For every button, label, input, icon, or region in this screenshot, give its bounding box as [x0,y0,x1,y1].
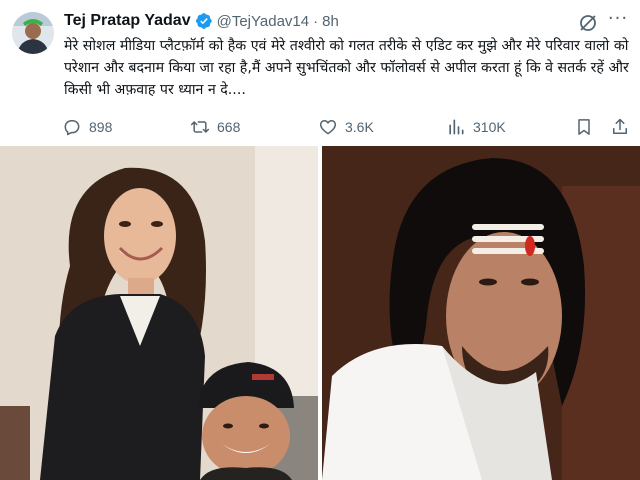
timestamp[interactable]: 8h [322,13,339,30]
share-icon [613,118,627,134]
more-icon[interactable]: ··· [606,10,630,32]
tweet-media [0,146,640,480]
views-button[interactable]: 310K [446,116,506,138]
repost-icon [190,121,210,133]
tweet-header: Tej Pratap Yadav @TejYadav14 · 8h [64,10,339,32]
photo-left[interactable] [0,146,318,480]
tweet: Tej Pratap Yadav @TejYadav14 · 8h ··· मे… [0,0,640,480]
repost-count: 668 [217,119,241,135]
bookmark-icon [578,119,590,135]
like-button[interactable]: 3.6K [318,116,374,138]
grok-icon[interactable] [578,13,598,33]
reply-icon [64,120,80,136]
bookmark-button[interactable] [574,116,601,138]
author-name[interactable]: Tej Pratap Yadav [64,12,191,30]
like-count: 3.6K [345,119,374,135]
reply-button[interactable]: 898 [62,116,112,138]
avatar[interactable] [12,12,54,54]
reply-count: 898 [89,119,113,135]
verified-badge-icon [195,12,213,30]
heart-icon [319,120,337,135]
views-count: 310K [473,119,506,135]
share-button[interactable] [610,116,637,138]
author-handle[interactable]: @TejYadav14 [217,13,310,30]
tweet-actions: 898 668 3.6K 310K [62,116,632,138]
photo-right[interactable] [322,146,640,480]
separator-dot: · [313,12,319,30]
tweet-text: मेरे सोशल मीडिया प्लैटफ़ॉर्म को हैक एवं … [64,38,629,98]
repost-button[interactable]: 668 [190,116,240,138]
views-chart-icon [449,119,464,135]
